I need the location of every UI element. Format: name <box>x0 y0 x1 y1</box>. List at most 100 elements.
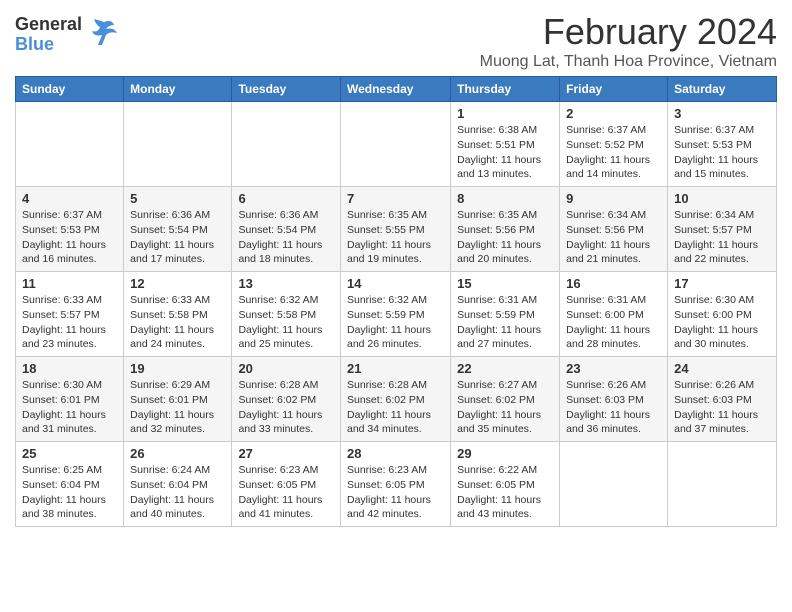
day-info: Sunrise: 6:29 AM Sunset: 6:01 PM Dayligh… <box>130 378 225 437</box>
calendar-cell: 23 Sunrise: 6:26 AM Sunset: 6:03 PM Dayli… <box>560 357 668 442</box>
calendar-week-1: 1 Sunrise: 6:38 AM Sunset: 5:51 PM Daylig… <box>16 102 777 187</box>
calendar-cell: 8Sunrise: 6:35 AM Sunset: 5:56 PM Daylig… <box>451 187 560 272</box>
day-number: 4 <box>22 191 117 206</box>
title-area: February 2024 Muong Lat, Thanh Hoa Provi… <box>480 10 777 71</box>
calendar-cell: 21 Sunrise: 6:28 AM Sunset: 6:02 PM Dayli… <box>340 357 450 442</box>
day-number: 23 <box>566 361 661 376</box>
day-info: Sunrise: 6:34 AM Sunset: 5:56 PM Dayligh… <box>566 208 661 267</box>
day-number: 24 <box>674 361 770 376</box>
calendar-cell: 1 Sunrise: 6:38 AM Sunset: 5:51 PM Daylig… <box>451 102 560 187</box>
calendar-cell: 5Sunrise: 6:36 AM Sunset: 5:54 PM Daylig… <box>124 187 232 272</box>
day-number: 10 <box>674 191 770 206</box>
day-number: 25 <box>22 446 117 461</box>
day-info: Sunrise: 6:31 AM Sunset: 5:59 PM Dayligh… <box>457 293 553 352</box>
header-friday: Friday <box>560 77 668 102</box>
day-number: 28 <box>347 446 444 461</box>
day-number: 27 <box>238 446 334 461</box>
calendar-week-2: 4 Sunrise: 6:37 AM Sunset: 5:53 PM Daylig… <box>16 187 777 272</box>
day-info: Sunrise: 6:23 AM Sunset: 6:05 PM Dayligh… <box>238 463 334 522</box>
calendar-cell: 25 Sunrise: 6:25 AM Sunset: 6:04 PM Dayli… <box>16 442 124 527</box>
day-number: 21 <box>347 361 444 376</box>
calendar-cell: 17 Sunrise: 6:30 AM Sunset: 6:00 PM Dayli… <box>668 272 777 357</box>
calendar-cell: 15Sunrise: 6:31 AM Sunset: 5:59 PM Dayli… <box>451 272 560 357</box>
location-subtitle: Muong Lat, Thanh Hoa Province, Vietnam <box>480 53 777 71</box>
calendar-cell: 20 Sunrise: 6:28 AM Sunset: 6:02 PM Dayli… <box>232 357 341 442</box>
day-info: Sunrise: 6:26 AM Sunset: 6:03 PM Dayligh… <box>674 378 770 437</box>
day-number: 14 <box>347 276 444 291</box>
day-info: Sunrise: 6:30 AM Sunset: 6:00 PM Dayligh… <box>674 293 770 352</box>
calendar-cell: 18Sunrise: 6:30 AM Sunset: 6:01 PM Dayli… <box>16 357 124 442</box>
calendar-header-row: SundayMondayTuesdayWednesdayThursdayFrid… <box>16 77 777 102</box>
logo-bird-icon <box>84 17 119 52</box>
calendar-cell: 6 Sunrise: 6:36 AM Sunset: 5:54 PM Daylig… <box>232 187 341 272</box>
calendar-cell <box>560 442 668 527</box>
calendar-cell: 9 Sunrise: 6:34 AM Sunset: 5:56 PM Daylig… <box>560 187 668 272</box>
day-info: Sunrise: 6:26 AM Sunset: 6:03 PM Dayligh… <box>566 378 661 437</box>
day-info: Sunrise: 6:38 AM Sunset: 5:51 PM Dayligh… <box>457 123 553 182</box>
day-info: Sunrise: 6:25 AM Sunset: 6:04 PM Dayligh… <box>22 463 117 522</box>
day-number: 12 <box>130 276 225 291</box>
calendar-week-3: 11Sunrise: 6:33 AM Sunset: 5:57 PM Dayli… <box>16 272 777 357</box>
day-info: Sunrise: 6:36 AM Sunset: 5:54 PM Dayligh… <box>130 208 225 267</box>
calendar-cell: 3Sunrise: 6:37 AM Sunset: 5:53 PM Daylig… <box>668 102 777 187</box>
logo: General Blue <box>15 10 119 55</box>
calendar-cell: 19 Sunrise: 6:29 AM Sunset: 6:01 PM Dayli… <box>124 357 232 442</box>
page-header: General Blue February 2024 Muong Lat, Th… <box>15 10 777 71</box>
day-info: Sunrise: 6:37 AM Sunset: 5:53 PM Dayligh… <box>22 208 117 267</box>
header-thursday: Thursday <box>451 77 560 102</box>
calendar-cell: 29 Sunrise: 6:22 AM Sunset: 6:05 PM Dayli… <box>451 442 560 527</box>
day-number: 13 <box>238 276 334 291</box>
calendar-cell <box>124 102 232 187</box>
calendar-cell: 22 Sunrise: 6:27 AM Sunset: 6:02 PM Dayli… <box>451 357 560 442</box>
day-number: 19 <box>130 361 225 376</box>
day-info: Sunrise: 6:23 AM Sunset: 6:05 PM Dayligh… <box>347 463 444 522</box>
day-number: 6 <box>238 191 334 206</box>
header-tuesday: Tuesday <box>232 77 341 102</box>
calendar-cell <box>668 442 777 527</box>
day-info: Sunrise: 6:31 AM Sunset: 6:00 PM Dayligh… <box>566 293 661 352</box>
month-title: February 2024 <box>480 10 777 53</box>
day-number: 8 <box>457 191 553 206</box>
calendar-cell: 10 Sunrise: 6:34 AM Sunset: 5:57 PM Dayli… <box>668 187 777 272</box>
day-number: 17 <box>674 276 770 291</box>
calendar-cell <box>340 102 450 187</box>
calendar-cell: 26 Sunrise: 6:24 AM Sunset: 6:04 PM Dayli… <box>124 442 232 527</box>
day-number: 20 <box>238 361 334 376</box>
day-number: 26 <box>130 446 225 461</box>
day-info: Sunrise: 6:24 AM Sunset: 6:04 PM Dayligh… <box>130 463 225 522</box>
calendar-table: SundayMondayTuesdayWednesdayThursdayFrid… <box>15 76 777 527</box>
day-number: 11 <box>22 276 117 291</box>
calendar-cell: 4 Sunrise: 6:37 AM Sunset: 5:53 PM Daylig… <box>16 187 124 272</box>
day-number: 18 <box>22 361 117 376</box>
day-info: Sunrise: 6:28 AM Sunset: 6:02 PM Dayligh… <box>347 378 444 437</box>
day-info: Sunrise: 6:36 AM Sunset: 5:54 PM Dayligh… <box>238 208 334 267</box>
calendar-cell <box>16 102 124 187</box>
calendar-cell: 24 Sunrise: 6:26 AM Sunset: 6:03 PM Dayli… <box>668 357 777 442</box>
header-saturday: Saturday <box>668 77 777 102</box>
day-number: 9 <box>566 191 661 206</box>
day-number: 16 <box>566 276 661 291</box>
day-info: Sunrise: 6:28 AM Sunset: 6:02 PM Dayligh… <box>238 378 334 437</box>
calendar-cell: 13Sunrise: 6:32 AM Sunset: 5:58 PM Dayli… <box>232 272 341 357</box>
header-monday: Monday <box>124 77 232 102</box>
logo-blue-text: Blue <box>15 35 82 55</box>
day-info: Sunrise: 6:35 AM Sunset: 5:55 PM Dayligh… <box>347 208 444 267</box>
day-number: 2 <box>566 106 661 121</box>
calendar-cell: 27 Sunrise: 6:23 AM Sunset: 6:05 PM Dayli… <box>232 442 341 527</box>
day-number: 1 <box>457 106 553 121</box>
day-number: 29 <box>457 446 553 461</box>
header-wednesday: Wednesday <box>340 77 450 102</box>
day-info: Sunrise: 6:37 AM Sunset: 5:53 PM Dayligh… <box>674 123 770 182</box>
day-number: 22 <box>457 361 553 376</box>
calendar-cell: 28 Sunrise: 6:23 AM Sunset: 6:05 PM Dayli… <box>340 442 450 527</box>
day-info: Sunrise: 6:32 AM Sunset: 5:59 PM Dayligh… <box>347 293 444 352</box>
day-info: Sunrise: 6:37 AM Sunset: 5:52 PM Dayligh… <box>566 123 661 182</box>
header-sunday: Sunday <box>16 77 124 102</box>
calendar-week-5: 25 Sunrise: 6:25 AM Sunset: 6:04 PM Dayli… <box>16 442 777 527</box>
day-info: Sunrise: 6:27 AM Sunset: 6:02 PM Dayligh… <box>457 378 553 437</box>
calendar-cell: 16 Sunrise: 6:31 AM Sunset: 6:00 PM Dayli… <box>560 272 668 357</box>
calendar-week-4: 18Sunrise: 6:30 AM Sunset: 6:01 PM Dayli… <box>16 357 777 442</box>
day-info: Sunrise: 6:34 AM Sunset: 5:57 PM Dayligh… <box>674 208 770 267</box>
calendar-cell <box>232 102 341 187</box>
day-info: Sunrise: 6:22 AM Sunset: 6:05 PM Dayligh… <box>457 463 553 522</box>
